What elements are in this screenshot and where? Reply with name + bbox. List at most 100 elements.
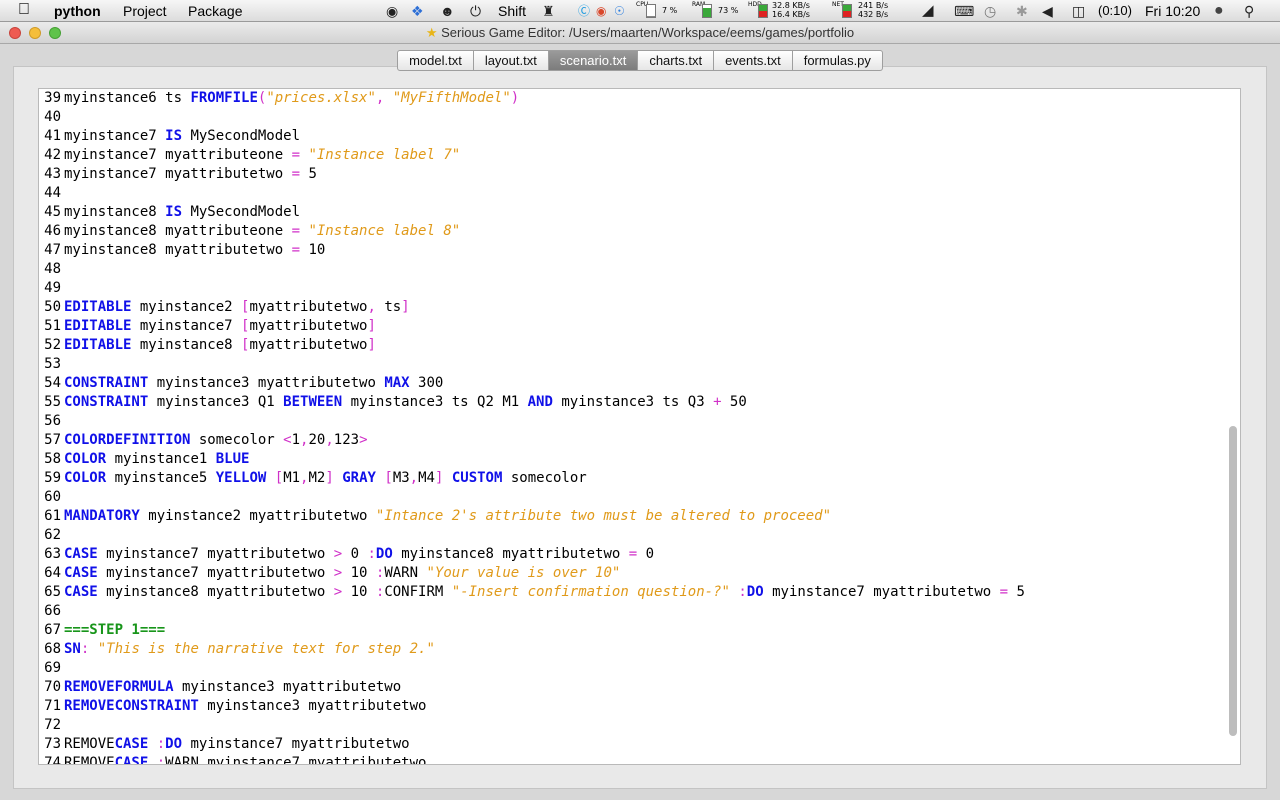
- code-line[interactable]: 62: [39, 526, 1225, 545]
- evernote-icon[interactable]: ◉: [386, 2, 398, 20]
- code-line[interactable]: 61 MANDATORY myinstance2 myattributetwo "…: [39, 507, 1225, 526]
- code-line[interactable]: 69: [39, 659, 1225, 678]
- keyword-token: COLORDEFINITION: [64, 432, 191, 448]
- tab-scenario[interactable]: scenario.txt: [548, 50, 639, 71]
- line-number: 62: [44, 527, 61, 543]
- code-line[interactable]: 45 myinstance8 IS MySecondModel: [39, 203, 1225, 222]
- code-line[interactable]: 66: [39, 602, 1225, 621]
- code-line[interactable]: 58 COLOR myinstance1 BLUE: [39, 450, 1225, 469]
- code-line[interactable]: 73 REMOVECASE :DO myinstance7 myattribute…: [39, 735, 1225, 754]
- ram-value: 73 %: [718, 6, 739, 15]
- code-editor[interactable]: 39 myinstance6 ts FROMFILE("prices.xlsx",…: [38, 88, 1241, 765]
- code-line[interactable]: 44: [39, 184, 1225, 203]
- chrome-icon[interactable]: ◉: [596, 2, 606, 20]
- code-line[interactable]: 49: [39, 279, 1225, 298]
- clock[interactable]: Fri 10:20: [1145, 3, 1200, 19]
- ram-meter: [702, 4, 712, 18]
- tab-layout[interactable]: layout.txt: [473, 50, 549, 71]
- growl-icon[interactable]: ☻: [440, 2, 455, 20]
- code-token: myinstance7 myattributetwo: [97, 546, 334, 562]
- dropbox-icon[interactable]: ❖: [411, 2, 424, 20]
- keyword-token: REMOVECONSTRAINT: [64, 698, 199, 714]
- spotlight-icon[interactable]: ⚲: [1244, 2, 1254, 20]
- line-number: 40: [44, 109, 61, 125]
- keyword-token: DO: [746, 584, 764, 600]
- keyboard-icon[interactable]: ⌨: [954, 2, 974, 20]
- code-line[interactable]: 70 REMOVEFORMULA myinstance3 myattributet…: [39, 678, 1225, 697]
- code-line[interactable]: 64 CASE myinstance7 myattributetwo > 10 :…: [39, 564, 1225, 583]
- line-number: 71: [44, 698, 61, 714]
- power-icon[interactable]: ⏻: [470, 2, 481, 20]
- code-token: myinstance8 myattributetwo: [64, 242, 292, 258]
- code-line[interactable]: 63 CASE myinstance7 myattributetwo > 0 :D…: [39, 545, 1225, 564]
- line-number: 53: [44, 356, 61, 372]
- operator-token: :: [367, 546, 376, 562]
- bluetooth-icon[interactable]: ✱: [1016, 2, 1028, 20]
- code-line[interactable]: 50 EDITABLE myinstance2 [myattributetwo, …: [39, 298, 1225, 317]
- code-line[interactable]: 43 myinstance7 myattributetwo = 5: [39, 165, 1225, 184]
- line-number: 61: [44, 508, 61, 524]
- tab-events[interactable]: events.txt: [714, 50, 793, 71]
- code-token: myinstance2: [131, 299, 242, 315]
- line-number: 39: [44, 90, 61, 106]
- code-line[interactable]: 39 myinstance6 ts FROMFILE("prices.xlsx",…: [39, 89, 1225, 108]
- code-line[interactable]: 40: [39, 108, 1225, 127]
- volume-icon[interactable]: ◀: [1042, 2, 1053, 20]
- keyword-token: COLOR: [64, 451, 107, 467]
- timemachine-icon[interactable]: ◷: [984, 2, 996, 20]
- line-number: 46: [44, 223, 61, 239]
- line-number: 50: [44, 299, 61, 315]
- code-token: 20: [308, 432, 326, 448]
- code-line[interactable]: 51 EDITABLE myinstance7 [myattributetwo]: [39, 317, 1225, 336]
- code-token: M1: [283, 470, 301, 486]
- code-line[interactable]: 42 myinstance7 myattributeone = "Instance…: [39, 146, 1225, 165]
- battery-icon[interactable]: ◫: [1072, 2, 1085, 20]
- skype-icon[interactable]: Ⓒ: [578, 2, 590, 20]
- code-token: myinstance5: [106, 470, 216, 486]
- keyword-token: CONSTRAINT: [64, 375, 149, 391]
- shift-indicator: Shift: [498, 3, 527, 19]
- tab-charts[interactable]: charts.txt: [638, 50, 715, 71]
- code-line[interactable]: 72: [39, 716, 1225, 735]
- code-lines: 39 myinstance6 ts FROMFILE("prices.xlsx",…: [39, 89, 1225, 764]
- code-line[interactable]: 41 myinstance7 IS MySecondModel: [39, 127, 1225, 146]
- safari-icon[interactable]: ☉: [614, 2, 625, 20]
- scrollbar-thumb[interactable]: [1229, 426, 1237, 736]
- hdd-read: 32.8 KB/s: [772, 1, 810, 10]
- tab-model[interactable]: model.txt: [397, 50, 474, 71]
- keyword-token: CONSTRAINT: [64, 394, 149, 410]
- alien-icon[interactable]: ♜: [542, 2, 555, 20]
- net-meter: [842, 4, 852, 18]
- code-line[interactable]: 56: [39, 412, 1225, 431]
- code-line[interactable]: 53: [39, 355, 1225, 374]
- code-line[interactable]: 55 CONSTRAINT myinstance3 Q1 BETWEEN myin…: [39, 393, 1225, 412]
- line-number: 72: [44, 717, 61, 733]
- cpu-meter: [646, 4, 656, 18]
- wifi-icon[interactable]: ◢: [922, 2, 934, 20]
- keyword-token: EDITABLE: [64, 318, 132, 334]
- app-menu-python[interactable]: python: [54, 3, 101, 19]
- menu-project[interactable]: Project: [123, 3, 167, 19]
- code-line[interactable]: 71 REMOVECONSTRAINT myinstance3 myattribu…: [39, 697, 1225, 716]
- code-line[interactable]: 46 myinstance8 myattributeone = "Instance…: [39, 222, 1225, 241]
- line-number: 59: [44, 470, 61, 486]
- operator-token: :: [738, 584, 747, 600]
- apple-icon[interactable]: : [18, 1, 30, 19]
- string-token: "Instance label 7": [308, 147, 461, 163]
- user-icon[interactable]: ●: [1214, 2, 1224, 20]
- code-line[interactable]: 74 REMOVECASE :WARN myinstance7 myattribu…: [39, 754, 1225, 764]
- menu-package[interactable]: Package: [188, 3, 242, 19]
- vertical-scrollbar[interactable]: [1226, 89, 1238, 764]
- code-line[interactable]: 59 COLOR myinstance5 YELLOW [M1,M2] GRAY …: [39, 469, 1225, 488]
- code-line[interactable]: 67 ===STEP 1===: [39, 621, 1225, 640]
- code-line[interactable]: 60: [39, 488, 1225, 507]
- code-line[interactable]: 68 SN: "This is the narrative text for st…: [39, 640, 1225, 659]
- code-line[interactable]: 48: [39, 260, 1225, 279]
- code-line[interactable]: 54 CONSTRAINT myinstance3 myattributetwo …: [39, 374, 1225, 393]
- code-line[interactable]: 65 CASE myinstance8 myattributetwo > 10 :…: [39, 583, 1225, 602]
- code-line[interactable]: 47 myinstance8 myattributetwo = 10: [39, 241, 1225, 260]
- code-line[interactable]: 52 EDITABLE myinstance8 [myattributetwo]: [39, 336, 1225, 355]
- code-line[interactable]: 57 COLORDEFINITION somecolor <1,20,123>: [39, 431, 1225, 450]
- tab-formulas[interactable]: formulas.py: [792, 50, 883, 71]
